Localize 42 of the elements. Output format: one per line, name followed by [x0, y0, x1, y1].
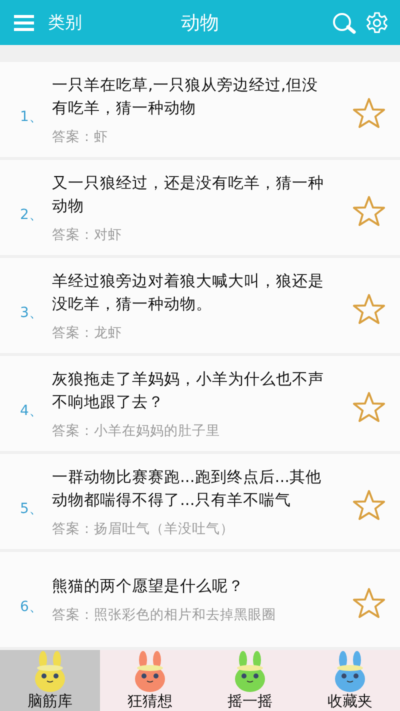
question-number: 4、	[20, 402, 44, 420]
page-title: 动物	[180, 10, 220, 36]
question-card[interactable]: 3、 羊经过狼旁边对着狼大喊大叫，狼还是没吃羊，猜一种动物。 答案：龙虾	[0, 258, 400, 353]
question-card[interactable]: 6、 熊猫的两个愿望是什么呢？ 答案：照张彩色的相片和去掉黑眼圈	[0, 552, 400, 647]
tab-label: 收藏夹	[328, 692, 372, 711]
star-icon[interactable]	[352, 390, 386, 422]
answer-text: 答案：对虾	[52, 226, 123, 244]
tab-label: 摇一摇	[228, 692, 272, 711]
nav-tab[interactable]: 摇一摇	[200, 650, 300, 711]
search-icon[interactable]	[332, 12, 356, 34]
answer-text: 答案：小羊在妈妈的肚子里	[52, 422, 221, 440]
star-icon[interactable]	[352, 292, 386, 324]
question-card[interactable]: 2、 又一只狼经过，还是没有吃羊，猜一种动物 答案：对虾	[0, 160, 400, 255]
question-text: 一群动物比赛赛跑...跑到终点后...其他动物都喘得不得了...只有羊不喘气	[52, 466, 323, 510]
answer-text: 答案：虾	[52, 128, 109, 146]
menu-icon[interactable]	[14, 14, 34, 30]
question-number: 3、	[20, 304, 44, 322]
question-card[interactable]: 1、 一只羊在吃草,一只狼从旁边经过,但没有吃羊，猜一种动物 答案：虾	[0, 62, 400, 157]
question-text: 熊猫的两个愿望是什么呢？	[52, 576, 245, 597]
question-number: 6、	[20, 598, 44, 616]
answer-text: 答案：龙虾	[52, 324, 123, 342]
tab-label: 狂猜想	[128, 692, 172, 711]
question-text: 一只羊在吃草,一只狼从旁边经过,但没有吃羊，猜一种动物	[52, 74, 319, 118]
question-number: 5、	[20, 500, 44, 518]
question-card[interactable]: 5、 一群动物比赛赛跑...跑到终点后...其他动物都喘得不得了...只有羊不喘气 答案：扬眉吐气（羊没吐气）	[0, 454, 400, 549]
answer-text: 答案：扬眉吐气（羊没吐气）	[52, 520, 235, 538]
nav-tab[interactable]: 收藏夹	[300, 650, 400, 711]
star-icon[interactable]	[352, 96, 386, 128]
star-icon[interactable]	[352, 194, 386, 226]
answer-text: 答案：照张彩色的相片和去掉黑眼圈	[52, 606, 277, 624]
question-text: 灰狼拖走了羊妈妈，小羊为什么也不声不响地跟了去？	[52, 368, 325, 412]
question-text: 又一只狼经过，还是没有吃羊，猜一种动物	[52, 172, 325, 216]
question-text: 羊经过狼旁边对着狼大喊大叫，狼还是没吃羊，猜一种动物。	[52, 270, 325, 314]
question-card[interactable]: 4、 灰狼拖走了羊妈妈，小羊为什么也不声不响地跟了去？ 答案：小羊在妈妈的肚子里	[0, 356, 400, 451]
tab-label: 脑筋库	[28, 692, 72, 711]
nav-tab[interactable]: 狂猜想	[100, 650, 200, 711]
settings-icon[interactable]	[366, 12, 388, 34]
nav-tab[interactable]: 脑筋库	[0, 650, 100, 711]
star-icon[interactable]	[352, 488, 386, 520]
question-number: 1、	[20, 108, 44, 126]
question-number: 2、	[20, 206, 44, 224]
star-icon[interactable]	[352, 586, 386, 618]
